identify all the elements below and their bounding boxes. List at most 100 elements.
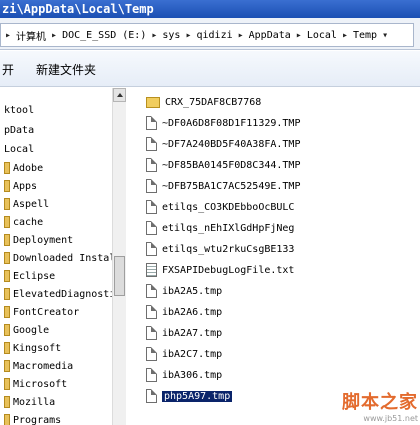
breadcrumb-separator[interactable]: ▸ bbox=[181, 30, 195, 41]
folder-icon bbox=[4, 414, 10, 425]
breadcrumb-temp[interactable]: Temp bbox=[352, 30, 378, 41]
nav-item[interactable]: Deployment bbox=[4, 232, 73, 250]
nav-item-label: Aspell bbox=[13, 199, 50, 210]
breadcrumb-separator[interactable]: ▸ bbox=[47, 30, 61, 41]
breadcrumb-separator[interactable]: ▸ bbox=[338, 30, 352, 41]
nav-item[interactable]: cache bbox=[4, 214, 43, 232]
watermark: 脚本之家 www.jb51.net bbox=[342, 388, 418, 423]
open-button[interactable]: 开 bbox=[2, 61, 14, 78]
file-icon bbox=[146, 326, 157, 340]
file-icon bbox=[146, 158, 157, 172]
file-icon bbox=[146, 242, 157, 256]
file-item[interactable]: ~DF85BA0145F0D8C344.TMP bbox=[146, 156, 300, 175]
file-item[interactable]: ibA2A7.tmp bbox=[146, 324, 222, 343]
folder-icon bbox=[146, 96, 160, 108]
file-item[interactable]: ~DF7A240BD5F40A38FA.TMP bbox=[146, 135, 300, 154]
address-bar[interactable]: ▸ 计算机 ▸ DOC_E_SSD (E:) ▸ sys ▸ qidizi ▸ … bbox=[0, 18, 420, 50]
nav-item-label: cache bbox=[13, 217, 44, 228]
file-icon bbox=[146, 389, 157, 403]
nav-item-label: Downloaded Installations bbox=[13, 253, 112, 264]
file-item-selected[interactable]: php5A97.tmp bbox=[146, 387, 233, 406]
file-item[interactable]: FXSAPIDebugLogFile.txt bbox=[146, 261, 294, 280]
file-name: ibA2A6.tmp bbox=[162, 307, 223, 318]
nav-item[interactable]: Downloaded Installations bbox=[4, 250, 112, 268]
nav-item-label: Mozilla bbox=[13, 397, 56, 408]
nav-item-label: Apps bbox=[13, 181, 38, 192]
file-name: ibA2A5.tmp bbox=[162, 286, 223, 297]
folder-icon bbox=[4, 270, 10, 282]
nav-item[interactable]: Kingsoft bbox=[4, 340, 61, 358]
breadcrumb-separator[interactable]: ▸ bbox=[1, 30, 15, 41]
nav-item-label: FontCreator bbox=[13, 307, 80, 318]
nav-item[interactable]: Macromedia bbox=[4, 358, 73, 376]
folder-icon bbox=[4, 396, 10, 408]
scrollbar-thumb[interactable] bbox=[114, 256, 125, 296]
file-item[interactable]: ~DFB75BA1C7AC52549E.TMP bbox=[146, 177, 300, 196]
breadcrumb-dropdown-icon[interactable]: ▾ bbox=[378, 30, 392, 41]
nav-item-label: Microsoft bbox=[13, 379, 68, 390]
file-item[interactable]: ibA2A6.tmp bbox=[146, 303, 222, 322]
nav-item[interactable]: Microsoft bbox=[4, 376, 67, 394]
file-name: ~DF7A240BD5F40A38FA.TMP bbox=[162, 139, 301, 150]
file-item[interactable]: etilqs_CO3KDEbboOcBULC bbox=[146, 198, 294, 217]
file-list[interactable]: CRX_75DAF8CB7768 ~DF0A6D8F08D1F11329.TMP… bbox=[126, 88, 420, 425]
file-item[interactable]: ibA2C7.tmp bbox=[146, 345, 222, 364]
nav-item-label: Programs bbox=[13, 415, 62, 425]
nav-item[interactable]: Eclipse bbox=[4, 268, 55, 286]
file-item[interactable]: ibA306.tmp bbox=[146, 366, 222, 385]
file-item[interactable]: ~DF0A6D8F08D1F11329.TMP bbox=[146, 114, 300, 133]
nav-item-label: ktool bbox=[4, 105, 35, 116]
file-icon bbox=[146, 284, 157, 298]
folder-icon bbox=[4, 180, 10, 192]
folder-icon bbox=[4, 306, 10, 318]
new-folder-button[interactable]: 新建文件夹 bbox=[36, 61, 96, 78]
file-icon bbox=[146, 200, 157, 214]
nav-item-label: Kingsoft bbox=[13, 343, 62, 354]
breadcrumb-separator[interactable]: ▸ bbox=[234, 30, 248, 41]
nav-item[interactable]: FontCreator bbox=[4, 304, 79, 322]
folder-icon bbox=[4, 378, 10, 390]
scroll-up-arrow-icon[interactable] bbox=[113, 88, 126, 102]
nav-item[interactable]: Aspell bbox=[4, 196, 49, 214]
nav-item[interactable]: pData bbox=[4, 122, 34, 140]
breadcrumb-appdata[interactable]: AppData bbox=[248, 30, 292, 41]
file-item[interactable]: CRX_75DAF8CB7768 bbox=[146, 93, 261, 112]
breadcrumb-separator[interactable]: ▸ bbox=[292, 30, 306, 41]
file-icon bbox=[146, 137, 157, 151]
nav-item[interactable]: ktool bbox=[4, 102, 34, 120]
nav-item-label: Eclipse bbox=[13, 271, 56, 282]
breadcrumb[interactable]: ▸ 计算机 ▸ DOC_E_SSD (E:) ▸ sys ▸ qidizi ▸ … bbox=[0, 23, 414, 47]
nav-item-label: ElevatedDiagnostics bbox=[13, 289, 112, 300]
file-item[interactable]: etilqs_wtu2rkuCsgBE133 bbox=[146, 240, 294, 259]
navigation-pane[interactable]: ktool pData Local Adobe Apps Aspell cach… bbox=[0, 88, 112, 425]
file-name: etilqs_CO3KDEbboOcBULC bbox=[162, 202, 295, 213]
nav-scrollbar[interactable] bbox=[112, 88, 126, 425]
breadcrumb-sys[interactable]: sys bbox=[161, 30, 181, 41]
folder-icon bbox=[4, 360, 10, 372]
nav-item-label: Macromedia bbox=[13, 361, 74, 372]
file-item[interactable]: ibA2A5.tmp bbox=[146, 282, 222, 301]
folder-icon bbox=[4, 252, 10, 264]
nav-item[interactable]: Google bbox=[4, 322, 49, 340]
nav-item[interactable]: ElevatedDiagnostics bbox=[4, 286, 112, 304]
file-icon bbox=[146, 116, 157, 130]
nav-item[interactable]: Adobe bbox=[4, 160, 43, 178]
nav-item[interactable]: Programs bbox=[4, 412, 61, 425]
breadcrumb-drive[interactable]: DOC_E_SSD (E:) bbox=[61, 30, 147, 41]
folder-icon bbox=[4, 342, 10, 354]
file-icon bbox=[146, 305, 157, 319]
file-item[interactable]: etilqs_nEhIXlGdHpFjNeg bbox=[146, 219, 294, 238]
nav-item[interactable]: Apps bbox=[4, 178, 37, 196]
file-name: etilqs_wtu2rkuCsgBE133 bbox=[162, 244, 295, 255]
folder-icon bbox=[4, 216, 10, 228]
breadcrumb-local[interactable]: Local bbox=[306, 30, 338, 41]
breadcrumb-separator[interactable]: ▸ bbox=[147, 30, 161, 41]
breadcrumb-user[interactable]: qidizi bbox=[195, 30, 233, 41]
watermark-title: 脚本之家 bbox=[342, 392, 418, 413]
folder-icon bbox=[4, 288, 10, 300]
nav-item[interactable]: Mozilla bbox=[4, 394, 55, 412]
breadcrumb-computer[interactable]: 计算机 bbox=[15, 28, 47, 43]
watermark-url: www.jb51.net bbox=[363, 414, 418, 423]
nav-item[interactable]: Local bbox=[4, 141, 34, 159]
nav-item-label: pData bbox=[4, 125, 35, 136]
